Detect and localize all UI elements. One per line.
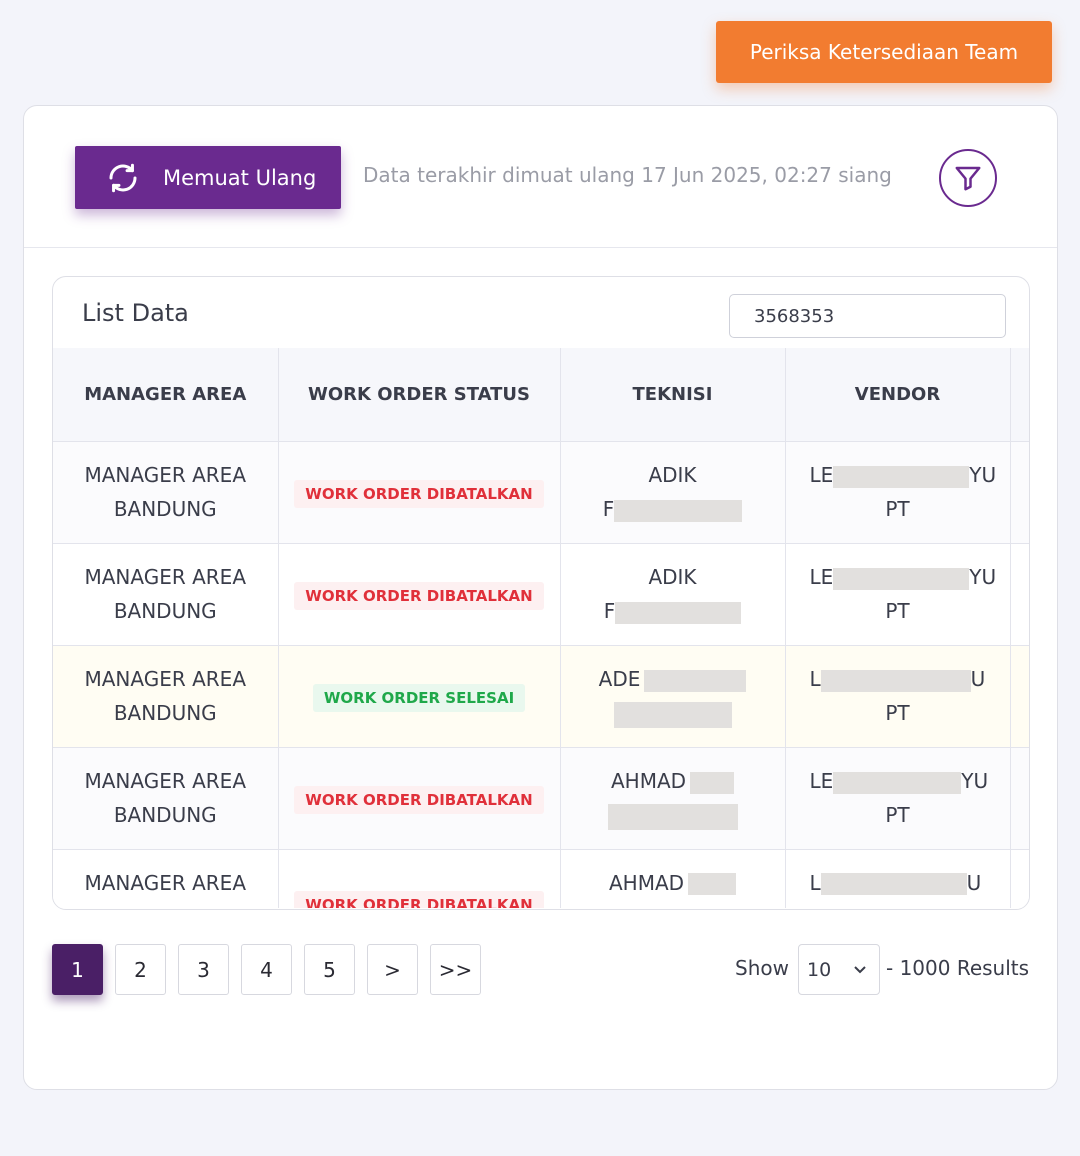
status-badge: WORK ORDER DIBATALKAN [294,582,544,610]
chevron-down-icon [854,966,866,974]
list-data-panel: List Data MANAGER AREA WORK ORDER STATUS… [52,276,1030,910]
manager-area-cell: MANAGER AREA BANDUNG [53,441,279,544]
manager-area-cell: MANAGER AREA [53,849,279,908]
redacted-block [614,499,743,522]
teknisi-cell: AHMAD [560,747,786,850]
status-badge: WORK ORDER DIBATALKAN [294,480,544,508]
next-page-button[interactable]: > [367,944,418,995]
extra-cell [1010,441,1029,544]
teknisi-cell: ADIK F [560,543,786,646]
redacted-block [833,465,970,488]
teknisi-cell: ADE [560,645,786,748]
page-button-5[interactable]: 5 [304,944,355,995]
list-title: List Data [82,299,189,327]
redacted-block [833,567,970,590]
page-button-2[interactable]: 2 [115,944,166,995]
column-header-vendor[interactable]: VENDOR [785,348,1011,442]
main-card: Memuat Ulang Data terakhir dimuat ulang … [23,105,1058,1090]
manager-area-cell: MANAGER AREA BANDUNG [53,543,279,646]
data-table: MANAGER AREA WORK ORDER STATUS TEKNISI V… [53,348,1029,908]
column-header-manager-area[interactable]: MANAGER AREA [53,348,279,442]
pagination: 1 2 3 4 5 > >> [52,944,481,995]
reload-button[interactable]: Memuat Ulang [75,146,341,209]
show-label: Show [735,956,789,980]
vendor-cell: L U PT [785,645,1011,748]
table-row[interactable]: MANAGER AREA WORK ORDER DIBATALKAN AHMAD… [53,849,1029,908]
status-cell: WORK ORDER DIBATALKAN [278,441,561,544]
redacted-block [615,601,742,624]
filter-icon [955,166,981,191]
teknisi-cell: AHMAD [560,849,786,908]
vendor-cell: LE YU PT [785,747,1011,850]
data-table-container[interactable]: MANAGER AREA WORK ORDER STATUS TEKNISI V… [53,348,1029,908]
redacted-block [613,701,732,728]
column-header-extra [1010,348,1029,442]
vendor-cell: LU [785,849,1011,908]
page-button-1[interactable]: 1 [52,944,103,995]
status-badge: WORK ORDER SELESAI [312,684,526,712]
reload-button-label: Memuat Ulang [163,165,317,190]
teknisi-cell: ADIK F [560,441,786,544]
manager-area-cell: MANAGER AREA BANDUNG [53,747,279,850]
search-input[interactable] [729,294,1006,338]
page-button-4[interactable]: 4 [241,944,292,995]
status-cell: WORK ORDER SELESAI [278,645,561,748]
filter-button[interactable] [939,149,997,207]
vendor-cell: LE YU PT [785,441,1011,544]
page-size-select[interactable]: 10 [798,944,880,995]
page-size-value: 10 [807,958,832,981]
last-page-button[interactable]: >> [430,944,481,995]
column-header-work-order-status[interactable]: WORK ORDER STATUS [278,348,561,442]
status-badge: WORK ORDER DIBATALKAN [294,786,544,814]
table-row[interactable]: MANAGER AREA BANDUNG WORK ORDER SELESAI A… [53,645,1029,748]
status-badge: WORK ORDER DIBATALKAN [294,890,544,908]
table-row[interactable]: MANAGER AREA BANDUNG WORK ORDER DIBATALKA… [53,543,1029,646]
manager-area-cell: MANAGER AREA BANDUNG [53,645,279,748]
extra-cell [1010,543,1029,646]
vendor-cell: LE YU PT [785,543,1011,646]
table-row[interactable]: MANAGER AREA BANDUNG WORK ORDER DIBATALKA… [53,747,1029,850]
header-divider [24,247,1057,248]
check-team-availability-button[interactable]: Periksa Ketersediaan Team [716,21,1052,83]
redacted-block [607,803,738,830]
results-count: - 1000 Results [886,956,1030,980]
status-cell: WORK ORDER DIBATALKAN [278,543,561,646]
status-cell: WORK ORDER DIBATALKAN [278,747,561,850]
redacted-block [688,873,737,895]
refresh-icon [109,163,137,192]
redacted-block [644,669,747,692]
extra-cell [1010,645,1029,748]
redacted-block [833,771,962,794]
status-cell: WORK ORDER DIBATALKAN [278,849,561,908]
table-header-row: MANAGER AREA WORK ORDER STATUS TEKNISI V… [53,348,1029,442]
redacted-block [820,873,967,895]
extra-cell [1010,747,1029,850]
page-button-3[interactable]: 3 [178,944,229,995]
column-header-teknisi[interactable]: TEKNISI [560,348,786,442]
extra-cell [1010,849,1029,908]
table-row[interactable]: MANAGER AREA BANDUNG WORK ORDER DIBATALKA… [53,441,1029,544]
last-update-text: Data terakhir dimuat ulang 17 Jun 2025, … [363,163,892,187]
redacted-block [690,771,735,794]
redacted-block [820,669,971,692]
